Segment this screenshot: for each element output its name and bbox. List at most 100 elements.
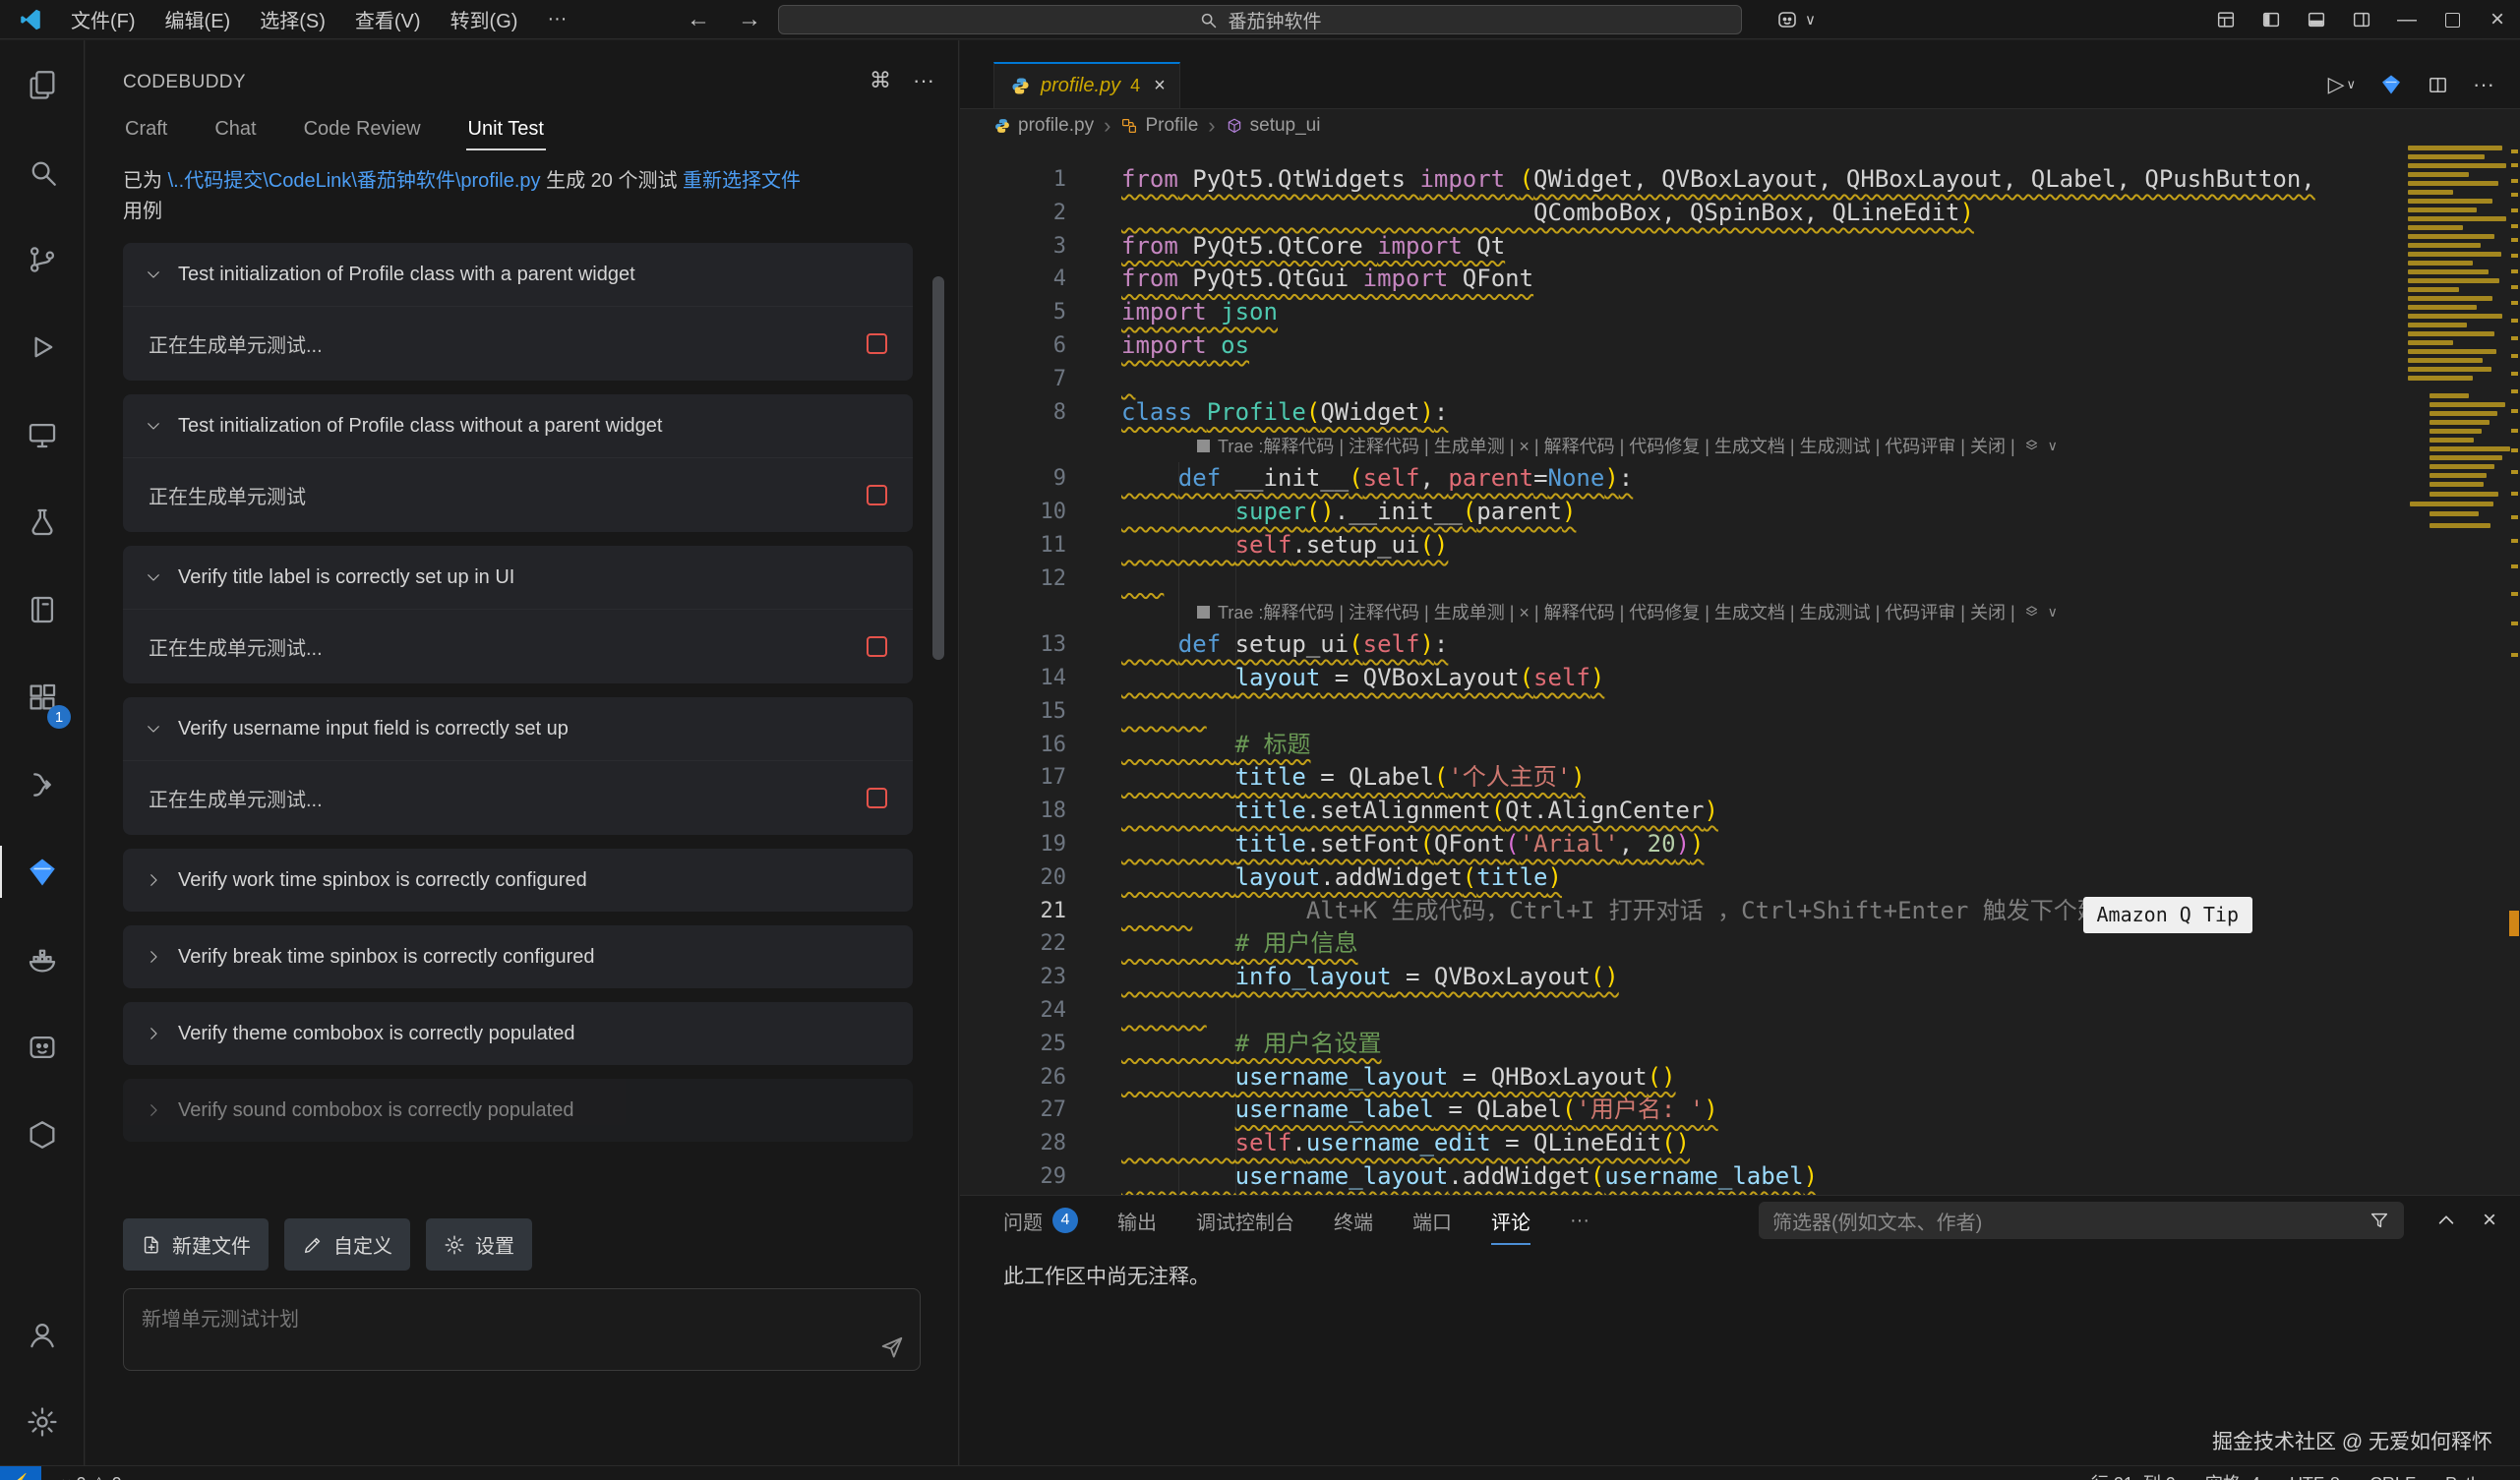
close-button[interactable]: × xyxy=(2475,0,2520,39)
code-line[interactable]: 28 self.username_edit = QLineEdit() xyxy=(960,1127,2392,1160)
codebuddy-gem-icon[interactable] xyxy=(2379,73,2403,96)
stop-generation-button[interactable] xyxy=(867,788,887,808)
account-icon[interactable] xyxy=(0,1290,85,1378)
code-line[interactable]: 10 super().__init__(parent) xyxy=(960,496,2392,529)
test-card-header[interactable]: Verify break time spinbox is correctly c… xyxy=(123,925,913,988)
code-line[interactable]: 6import os xyxy=(960,329,2392,363)
panel-tab-4[interactable]: 端口 xyxy=(1412,1201,1452,1241)
status-item-right-3[interactable]: CRLF xyxy=(2370,1466,2416,1480)
code-lens[interactable]: Trae :解释代码 | 注释代码 | 生成单测 | × | 解释代码 | 代码… xyxy=(960,595,2392,628)
menu-item-2[interactable]: 选择(S) xyxy=(248,1,337,37)
code-line[interactable]: 19 title.setFont(QFont('Arial', 20)) xyxy=(960,828,2392,861)
reselect-file-link[interactable]: 重新选择文件 xyxy=(683,170,801,192)
generated-file-link[interactable]: \..代码提交\CodeLink\番茄钟软件\profile.py xyxy=(168,170,541,192)
test-plan-input[interactable] xyxy=(124,1289,920,1370)
test-card-header[interactable]: Verify sound combobox is correctly popul… xyxy=(123,1079,913,1142)
code-line[interactable]: 3from PyQt5.QtCore import Qt xyxy=(960,230,2392,264)
run-debug-icon[interactable] xyxy=(0,303,85,390)
chevron-down-icon[interactable] xyxy=(145,720,162,738)
code-line[interactable]: 16 # 标题 xyxy=(960,729,2392,762)
stop-generation-button[interactable] xyxy=(867,333,887,354)
panel-tab-1[interactable]: 输出 xyxy=(1117,1201,1157,1241)
code-line[interactable]: 25 # 用户名设置 xyxy=(960,1028,2392,1061)
code-line[interactable]: 13 def setup_ui(self): xyxy=(960,628,2392,662)
chevron-right-icon[interactable] xyxy=(145,871,162,889)
menu-item-5[interactable]: ··· xyxy=(535,4,578,34)
sidebar-tab-chat[interactable]: Chat xyxy=(212,110,258,148)
code-line[interactable]: 4from PyQt5.QtGui import QFont xyxy=(960,263,2392,296)
test-card-header[interactable]: Verify work time spinbox is correctly co… xyxy=(123,849,913,912)
breadcrumb-item-setup_ui[interactable]: setup_ui xyxy=(1226,115,1321,137)
source-control-icon[interactable] xyxy=(0,215,85,303)
code-editor[interactable]: 1from PyQt5.QtWidgets import (QWidget, Q… xyxy=(960,142,2520,1195)
more-actions-icon[interactable]: ··· xyxy=(913,68,934,93)
stop-generation-button[interactable] xyxy=(867,636,887,657)
minimap[interactable] xyxy=(2404,146,2510,736)
docker-icon[interactable] xyxy=(0,916,85,1003)
code-lens[interactable]: Trae :解释代码 | 注释代码 | 生成单测 | × | 解释代码 | 代码… xyxy=(960,429,2392,462)
comments-filter-input[interactable]: 筛选器(例如文本、作者) xyxy=(1759,1202,2404,1239)
menu-item-3[interactable]: 查看(V) xyxy=(343,1,433,37)
test-card-header[interactable]: Verify theme combobox is correctly popul… xyxy=(123,1002,913,1065)
code-line[interactable]: 8class Profile(QWidget): xyxy=(960,396,2392,430)
panel-tab-2[interactable]: 调试控制台 xyxy=(1196,1201,1294,1241)
panel-close-icon[interactable]: × xyxy=(2483,1207,2496,1234)
tab-close-icon[interactable]: × xyxy=(1154,75,1166,97)
code-line[interactable]: 20 layout.addWidget(title) xyxy=(960,861,2392,895)
menu-item-4[interactable]: 转到(G) xyxy=(439,1,530,37)
code-line[interactable]: 26 username_layout = QHBoxLayout() xyxy=(960,1061,2392,1095)
status-item-right-2[interactable]: UTF-8 xyxy=(2290,1466,2340,1480)
code-lens-menu-icon[interactable] xyxy=(2023,604,2040,621)
forward-icon[interactable]: → xyxy=(738,6,761,33)
test-card-header[interactable]: Verify title label is correctly set up i… xyxy=(123,546,913,609)
chevron-right-icon[interactable] xyxy=(145,948,162,966)
stop-generation-button[interactable] xyxy=(867,485,887,505)
chevron-right-icon[interactable] xyxy=(145,1101,162,1119)
current-line[interactable]: 21 Alt+K 生成代码，Ctrl+I 打开对话 ，Ctrl+Shift+En… xyxy=(960,895,2392,928)
panel-tab-5[interactable]: 评论 xyxy=(1491,1201,1530,1241)
sidebar-tab-craft[interactable]: Craft xyxy=(123,110,169,148)
code-line[interactable]: 7 xyxy=(960,363,2392,396)
code-line[interactable]: 15 xyxy=(960,695,2392,729)
code-line[interactable]: 14 layout = QVBoxLayout(self) xyxy=(960,662,2392,695)
list-scrollbar[interactable] xyxy=(932,276,944,660)
sidebar-button-2[interactable]: 设置 xyxy=(426,1218,532,1271)
ai-assistant-button[interactable]: ∨ xyxy=(1775,0,1816,39)
sidebar-button-1[interactable]: 自定义 xyxy=(284,1218,410,1271)
breadcrumb-item-Profile[interactable]: Profile xyxy=(1120,115,1198,137)
run-button[interactable]: ▷∨ xyxy=(2328,72,2356,97)
search-input[interactable]: 番茄钟软件 xyxy=(778,5,1742,34)
codebuddy-icon[interactable] xyxy=(0,828,85,916)
notebook-icon[interactable] xyxy=(0,565,85,653)
toggle-sidebar-icon[interactable] xyxy=(2249,0,2294,39)
panel-tab-0[interactable]: 问题4 xyxy=(1003,1201,1078,1241)
search-icon[interactable] xyxy=(0,128,85,215)
code-line[interactable]: 22 # 用户信息 xyxy=(960,927,2392,961)
test-beaker-icon[interactable] xyxy=(0,478,85,565)
code-line[interactable]: 9 def __init__(self, parent=None): xyxy=(960,462,2392,496)
code-line[interactable]: 1from PyQt5.QtWidgets import (QWidget, Q… xyxy=(960,163,2392,197)
remote-explorer-icon[interactable] xyxy=(0,390,85,478)
menu-item-0[interactable]: 文件(F) xyxy=(59,1,148,37)
settings-gear-icon[interactable] xyxy=(0,1378,85,1465)
code-line[interactable]: 29 username_layout.addWidget(username_la… xyxy=(960,1160,2392,1194)
test-card-header[interactable]: Test initialization of Profile class wit… xyxy=(123,394,913,457)
back-icon[interactable]: ← xyxy=(687,6,710,33)
workflow-icon[interactable] xyxy=(0,740,85,828)
toggle-panel-icon[interactable] xyxy=(2294,0,2339,39)
sidebar-tab-code-review[interactable]: Code Review xyxy=(302,110,423,148)
toggle-secondary-sidebar-icon[interactable] xyxy=(2339,0,2384,39)
panel-tab-3[interactable]: 终端 xyxy=(1334,1201,1373,1241)
sidebar-tab-unit-test[interactable]: Unit Test xyxy=(466,110,546,148)
customize-layout-icon[interactable] xyxy=(2203,0,2249,39)
code-line[interactable]: 2 QComboBox, QSpinBox, QLineEdit) xyxy=(960,197,2392,230)
chevron-down-icon[interactable] xyxy=(145,417,162,435)
hexagon-icon[interactable] xyxy=(0,1091,85,1178)
status-item-right-0[interactable]: 行 21, 列 9 xyxy=(2091,1466,2176,1480)
code-lens-menu-icon[interactable] xyxy=(2023,438,2040,454)
code-line[interactable]: 18 title.setAlignment(Qt.AlignCenter) xyxy=(960,795,2392,828)
panel-tab-6[interactable]: ··· xyxy=(1570,1204,1590,1238)
remote-indicator[interactable]: ⚡ xyxy=(0,1466,41,1480)
code-line[interactable]: 27 username_label = QLabel('用户名: ') xyxy=(960,1094,2392,1127)
panel-maximize-icon[interactable] xyxy=(2435,1210,2457,1231)
